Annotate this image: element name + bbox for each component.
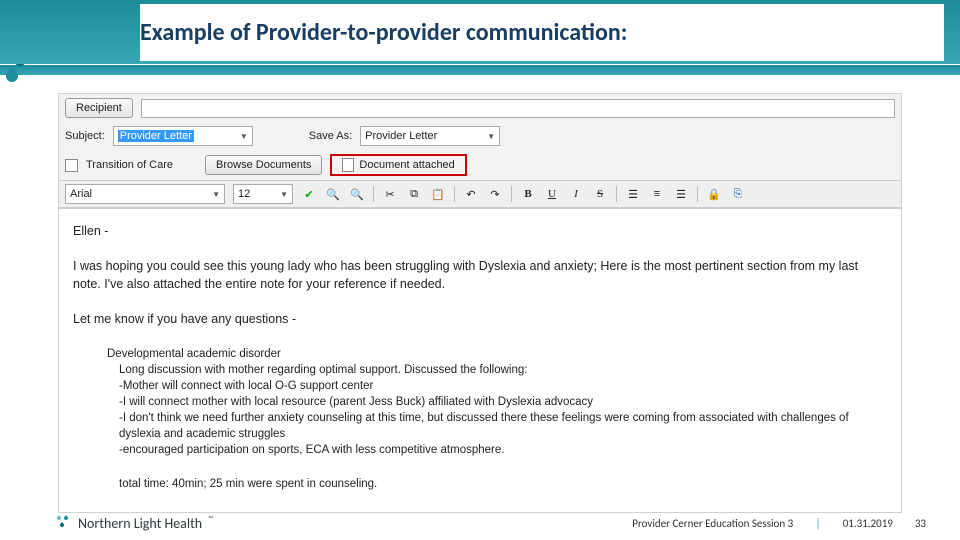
slide-footer: Northern Light Health ™ Provider Cerner … (0, 514, 960, 532)
recipient-row: Recipient (59, 94, 901, 122)
chevron-down-icon: ▼ (212, 190, 220, 199)
italic-icon[interactable]: I (568, 186, 584, 202)
spellcheck-icon[interactable]: ✔ (301, 186, 317, 202)
letter-n6: total time: 40min; 25 min were spent in … (119, 476, 887, 492)
saveas-label: Save As: (309, 130, 352, 142)
fontsize-dropdown[interactable]: 12 ▼ (233, 184, 293, 204)
separator (373, 186, 374, 202)
letter-p2: Let me know if you have any questions - (73, 311, 887, 329)
letter-greeting: Ellen - (73, 223, 887, 241)
logo-icon (54, 514, 72, 532)
separator (454, 186, 455, 202)
chevron-down-icon: ▼ (487, 132, 495, 141)
copy-icon[interactable]: ⧉ (406, 186, 422, 202)
zoom-in-icon[interactable]: 🔍 (325, 186, 341, 202)
letter-dx: Developmental academic disorder (107, 346, 887, 362)
subject-dropdown[interactable]: Provider Letter ▼ (113, 126, 253, 146)
align-right-icon[interactable]: ☰ (673, 186, 689, 202)
font-dropdown[interactable]: Arial ▼ (65, 184, 225, 204)
message-body[interactable]: Ellen - I was hoping you could see this … (59, 208, 901, 512)
align-center-icon[interactable]: ≡ (649, 186, 665, 202)
letter-n3: -I will connect mother with local resour… (119, 394, 887, 410)
document-attached-badge: Document attached (330, 154, 466, 176)
token-icon[interactable]: ⎘ (730, 186, 746, 202)
session-label: Provider Cerner Education Session 3 (632, 517, 793, 530)
document-icon (342, 158, 354, 172)
recipient-input[interactable] (141, 99, 895, 118)
transition-label: Transition of Care (86, 159, 173, 171)
cut-icon[interactable]: ✂ (382, 186, 398, 202)
lock-icon[interactable]: 🔒 (706, 186, 722, 202)
recipient-button[interactable]: Recipient (65, 98, 133, 118)
chevron-down-icon: ▼ (280, 190, 288, 199)
saveas-value: Provider Letter (365, 130, 437, 142)
letter-n4: -I don't think we need further anxiety c… (119, 410, 887, 442)
brand-name: Northern Light Health (78, 515, 202, 532)
transition-checkbox[interactable] (65, 159, 78, 172)
saveas-dropdown[interactable]: Provider Letter ▼ (360, 126, 500, 146)
separator (697, 186, 698, 202)
subject-row: Subject: Provider Letter ▼ Save As: Prov… (59, 122, 901, 150)
bold-icon[interactable]: B (520, 186, 536, 202)
separator (511, 186, 512, 202)
align-left-icon[interactable]: ☰ (625, 186, 641, 202)
message-composer: Recipient Subject: Provider Letter ▼ Sav… (58, 93, 902, 513)
brand-logo: Northern Light Health ™ (54, 514, 213, 532)
title-banner: Example of Provider-to-provider communic… (0, 0, 960, 64)
subject-value: Provider Letter (118, 130, 194, 142)
title-underline (0, 64, 960, 75)
attached-label: Document attached (359, 159, 454, 171)
undo-icon[interactable]: ↶ (463, 186, 479, 202)
options-row: Transition of Care Browse Documents Docu… (59, 150, 901, 180)
fontsize-value: 12 (238, 188, 250, 200)
underline-icon[interactable]: U (544, 186, 560, 202)
letter-n5: -encouraged participation on sports, ECA… (119, 442, 887, 458)
zoom-out-icon[interactable]: 🔍 (349, 186, 365, 202)
redo-icon[interactable]: ↷ (487, 186, 503, 202)
separator (616, 186, 617, 202)
paste-icon[interactable]: 📋 (430, 186, 446, 202)
strike-icon[interactable]: S (592, 186, 608, 202)
subject-label: Subject: (65, 130, 105, 142)
letter-p1: I was hoping you could see this young la… (73, 258, 887, 293)
footer-date: 01.31.2019 (843, 517, 893, 530)
slide-title: Example of Provider-to-provider communic… (140, 4, 944, 61)
page-number: 33 (915, 517, 926, 530)
formatting-toolbar: Arial ▼ 12 ▼ ✔ 🔍 🔍 ✂ ⧉ 📋 ↶ ↷ B U I S ☰ ≡… (59, 180, 901, 208)
letter-n2: -Mother will connect with local O-G supp… (119, 378, 887, 394)
letter-n1: Long discussion with mother regarding op… (119, 362, 887, 378)
footer-separator: │ (815, 517, 821, 530)
browse-documents-button[interactable]: Browse Documents (205, 155, 322, 175)
font-value: Arial (70, 188, 92, 200)
chevron-down-icon: ▼ (240, 132, 248, 141)
